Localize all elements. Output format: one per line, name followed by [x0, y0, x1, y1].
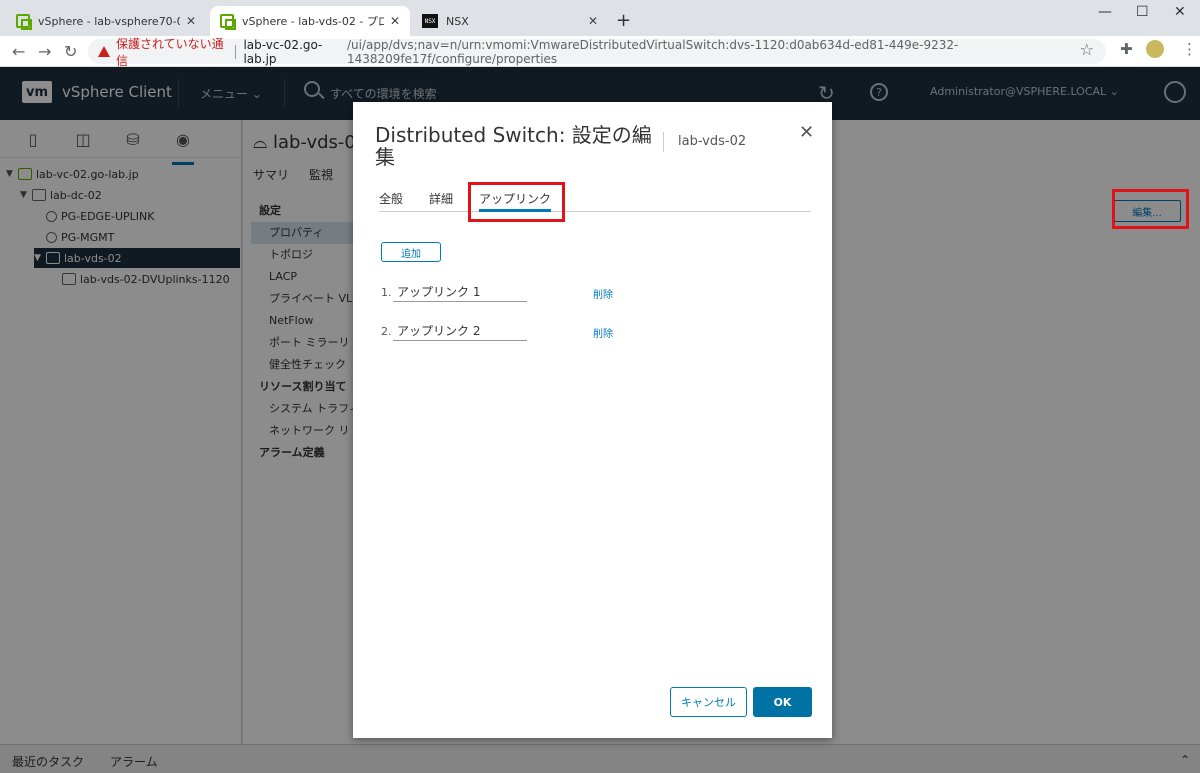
- tab-general[interactable]: 全般: [379, 190, 403, 207]
- url-omnibox[interactable]: 保護されていない通信 lab-vc-02.go-lab.jp/ui/app/dv…: [88, 37, 1106, 68]
- delete-uplink-link[interactable]: 削除: [593, 325, 613, 340]
- highlight-box: [1112, 189, 1189, 229]
- browser-tab-2[interactable]: vSphere - lab-vds-02 - プロパティ ✕: [210, 6, 410, 36]
- divider: [663, 132, 664, 152]
- uplink-index: 1.: [381, 286, 392, 299]
- tab-advanced[interactable]: 詳細: [429, 190, 453, 207]
- minimize-icon[interactable]: —: [1098, 4, 1112, 20]
- dialog-tabs: 全般 詳細 アップリンク: [379, 188, 811, 212]
- vsphere-favicon-icon: [220, 14, 236, 30]
- browser-tab-3[interactable]: NSX NSX ✕: [412, 6, 608, 36]
- delete-uplink-link[interactable]: 削除: [593, 286, 613, 301]
- reload-icon[interactable]: ↻: [64, 42, 77, 61]
- new-tab-button[interactable]: +: [616, 10, 631, 31]
- address-bar: ← → ↻ 保護されていない通信 lab-vc-02.go-lab.jp/ui/…: [0, 36, 1200, 68]
- extensions-puzzle-icon[interactable]: ✚: [1120, 40, 1133, 58]
- back-arrow-icon[interactable]: ←: [12, 42, 25, 61]
- warning-icon: [98, 46, 110, 57]
- browser-tabstrip: vSphere - lab-vsphere70-02-nsxt ✕ vSpher…: [0, 0, 1200, 36]
- browser-tab-title: NSX: [446, 14, 469, 28]
- url-host: lab-vc-02.go-lab.jp: [243, 37, 323, 66]
- uplink-index: 2.: [381, 325, 392, 338]
- uplink-name-input[interactable]: [393, 321, 527, 341]
- cancel-button[interactable]: キャンセル: [670, 687, 747, 717]
- forward-arrow-icon[interactable]: →: [38, 42, 51, 61]
- browser-tab-title: vSphere - lab-vds-02 - プロパティ: [242, 15, 384, 28]
- maximize-icon[interactable]: ☐: [1136, 4, 1149, 20]
- profile-avatar[interactable]: [1146, 40, 1164, 58]
- close-tab-icon[interactable]: ✕: [390, 14, 400, 28]
- ok-button[interactable]: OK: [753, 687, 812, 717]
- uplink-name-input[interactable]: [393, 282, 527, 302]
- uplink-row: 2. 削除: [381, 321, 631, 343]
- vsphere-favicon-icon: [16, 14, 32, 30]
- nsx-favicon-icon: NSX: [422, 14, 438, 28]
- highlight-box: [468, 182, 565, 222]
- edit-settings-dialog: Distributed Switch: 設定の編集 lab-vds-02 ✕ 全…: [353, 102, 832, 738]
- window-close-icon[interactable]: ✕: [1174, 4, 1186, 20]
- add-uplink-button[interactable]: 追加: [381, 242, 441, 262]
- url-path: /ui/app/dvs;nav=n/urn:vmomi:VmwareDistri…: [346, 37, 959, 66]
- dialog-subtitle: lab-vds-02: [678, 134, 747, 149]
- dialog-title: Distributed Switch: 設定の編集: [375, 123, 652, 169]
- close-tab-icon[interactable]: ✕: [186, 14, 196, 28]
- close-icon[interactable]: ✕: [799, 122, 814, 143]
- browser-tab-1[interactable]: vSphere - lab-vsphere70-02-nsxt ✕: [6, 6, 206, 36]
- uplink-row: 1. 削除: [381, 282, 631, 304]
- browser-menu-icon[interactable]: ⋮: [1182, 40, 1197, 58]
- security-status[interactable]: 保護されていない通信: [116, 35, 227, 69]
- divider: [234, 44, 236, 59]
- close-tab-icon[interactable]: ✕: [588, 14, 598, 28]
- bookmark-star-icon[interactable]: ☆: [1080, 40, 1094, 59]
- browser-tab-title: vSphere - lab-vsphere70-02-nsxt: [38, 14, 180, 28]
